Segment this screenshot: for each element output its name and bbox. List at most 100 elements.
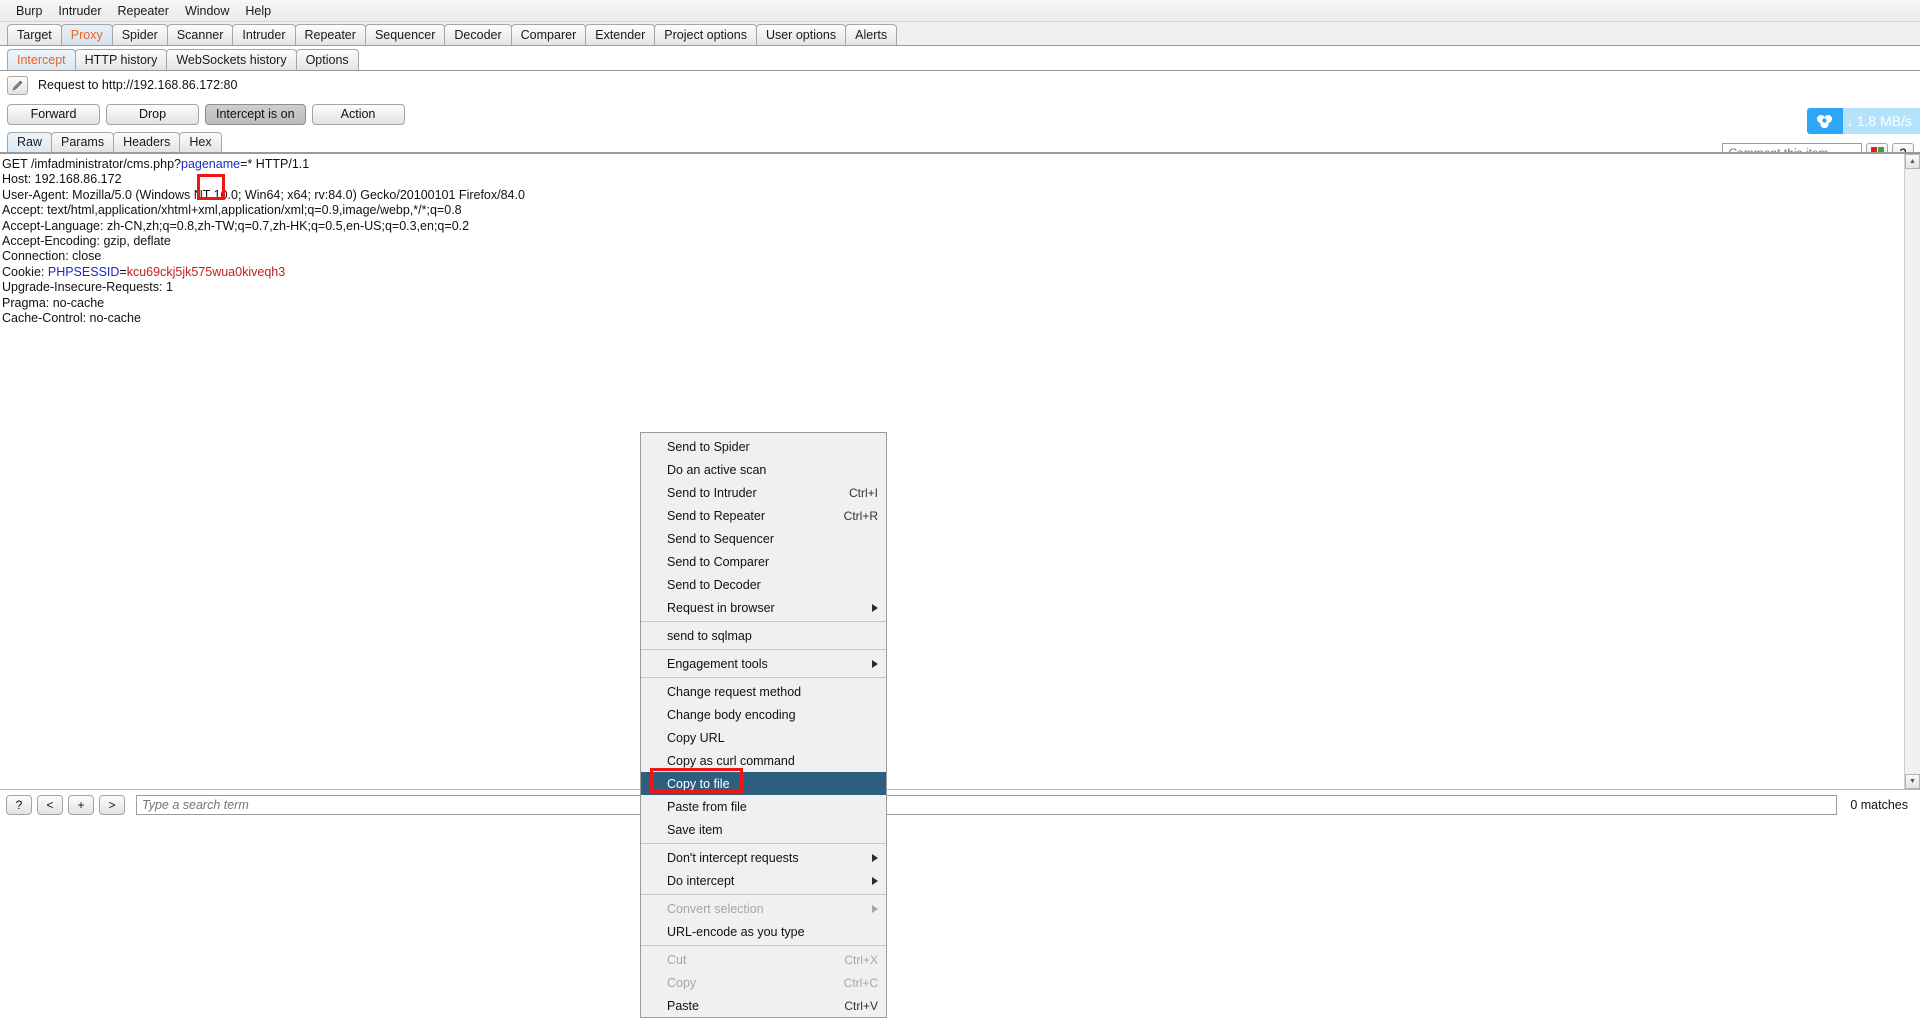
search-input[interactable] — [136, 795, 1838, 815]
menu-item-cut: Cut Ctrl+X — [641, 948, 886, 971]
tab-extender[interactable]: Extender — [585, 24, 656, 45]
intercept-button-row: Forward Drop Intercept is on Action — [0, 99, 1920, 129]
menu-item-label: send to sqlmap — [667, 628, 752, 643]
submenu-arrow-icon — [872, 876, 878, 885]
menu-item-shortcut: Ctrl+R — [843, 508, 878, 523]
tab-http-history[interactable]: HTTP history — [74, 49, 168, 70]
download-arrow-icon: ↓ — [1846, 113, 1854, 129]
header-upgrade-insecure-requests: Upgrade-Insecure-Requests: 1 — [2, 280, 173, 295]
menu-item-send-to-repeater[interactable]: Send to Repeater Ctrl+R — [641, 504, 886, 527]
submenu-arrow-icon — [872, 853, 878, 862]
menu-item-shortcut: Ctrl+X — [844, 952, 878, 967]
menu-item-send-to-sqlmap[interactable]: send to sqlmap — [641, 624, 886, 647]
tab-options[interactable]: Options — [295, 49, 359, 70]
tab-project-options[interactable]: Project options — [654, 24, 757, 45]
tab-intruder[interactable]: Intruder — [232, 24, 296, 45]
menu-item-label: Send to Comparer — [667, 554, 770, 569]
menu-item-do-intercept[interactable]: Do intercept — [641, 869, 886, 892]
drop-button[interactable]: Drop — [106, 103, 199, 125]
menu-window[interactable]: Window — [177, 2, 237, 20]
menu-item-label: Send to Decoder — [667, 577, 761, 592]
menu-item-send-to-decoder[interactable]: Send to Decoder — [641, 573, 886, 596]
request-header-row: Request to http://192.168.86.172:80 — [0, 71, 1920, 99]
cookie-equals: = — [119, 264, 127, 279]
menu-item-copy-to-file[interactable]: Copy to file — [641, 772, 886, 795]
tab-proxy[interactable]: Proxy — [60, 24, 113, 45]
tab-raw[interactable]: Raw — [7, 132, 53, 152]
forward-button[interactable]: Forward — [7, 103, 100, 125]
menu-item-copy: Copy Ctrl+C — [641, 971, 886, 994]
menu-item-change-request-method[interactable]: Change request method — [641, 680, 886, 703]
tab-spider[interactable]: Spider — [111, 24, 168, 45]
menu-item-label: Don't intercept requests — [667, 850, 799, 865]
request-editor[interactable]: GET /imfadministrator/cms.php?pagename=*… — [0, 152, 1920, 790]
menu-item-engagement-tools[interactable]: Engagement tools — [641, 652, 886, 675]
tab-headers[interactable]: Headers — [113, 132, 181, 152]
header-accept-language: Accept-Language: zh-CN,zh;q=0.8,zh-TW;q=… — [2, 218, 470, 233]
tab-comparer[interactable]: Comparer — [510, 24, 587, 45]
menu-item-do-an-active-scan[interactable]: Do an active scan — [641, 458, 886, 481]
action-button[interactable]: Action — [311, 103, 405, 125]
search-add-button[interactable]: + — [68, 795, 94, 815]
menu-repeater[interactable]: Repeater — [110, 2, 177, 20]
menu-item-label: Request in browser — [667, 600, 775, 615]
menu-item-label: Change request method — [667, 684, 802, 699]
menu-item-label: Change body encoding — [667, 707, 796, 722]
pencil-icon[interactable] — [7, 75, 28, 95]
menu-separator — [641, 843, 886, 844]
menu-item-copy-url[interactable]: Copy URL — [641, 726, 886, 749]
request-raw-text[interactable]: GET /imfadministrator/cms.php?pagename=*… — [0, 154, 1904, 789]
menu-separator — [641, 945, 886, 946]
header-cookie: Cookie: PHPSESSID=kcu69ckj5jk575wua0kive… — [2, 265, 285, 279]
request-line: GET /imfadministrator/cms.php?pagename=*… — [2, 157, 309, 171]
tab-alerts[interactable]: Alerts — [845, 24, 898, 45]
search-prev-button[interactable]: < — [37, 795, 63, 815]
tab-scanner[interactable]: Scanner — [166, 24, 234, 45]
search-next-button[interactable]: > — [99, 795, 125, 815]
tab-target[interactable]: Target — [7, 24, 62, 45]
menu-separator — [641, 621, 886, 622]
editor-scrollbar[interactable]: ▲ ▼ — [1904, 154, 1920, 789]
tab-params[interactable]: Params — [51, 132, 115, 152]
context-menu[interactable]: Send to Spider Do an active scan Send to I… — [640, 432, 887, 1018]
menu-item-send-to-comparer[interactable]: Send to Comparer — [641, 550, 886, 573]
message-editor-tab-bar: Raw Params Headers Hex — [0, 129, 1920, 152]
tab-repeater[interactable]: Repeater — [294, 24, 366, 45]
menu-item-label: URL-encode as you type — [667, 924, 805, 939]
menu-item-copy-as-curl-command[interactable]: Copy as curl command — [641, 749, 886, 772]
search-matches-count: 0 matches — [1850, 798, 1908, 812]
menu-item-paste-from-file[interactable]: Paste from file — [641, 795, 886, 818]
menu-item-send-to-intruder[interactable]: Send to Intruder Ctrl+I — [641, 481, 886, 504]
menu-item-label: Send to Repeater — [667, 508, 765, 523]
menu-burp[interactable]: Burp — [8, 2, 50, 20]
netdisk-speed-widget[interactable]: ↓ 1.8 MB/s — [1806, 108, 1920, 134]
menu-item-url-encode-as-you-type[interactable]: URL-encode as you type — [641, 920, 886, 943]
menu-item-request-in-browser[interactable]: Request in browser — [641, 596, 886, 619]
search-help-button[interactable]: ? — [6, 795, 32, 815]
menu-item-save-item[interactable]: Save item — [641, 818, 886, 841]
menu-item-label: Copy as curl command — [667, 753, 795, 768]
request-param-name: pagename — [181, 157, 241, 171]
menu-item-label: Copy to file — [667, 776, 730, 791]
intercept-toggle-button[interactable]: Intercept is on — [205, 103, 306, 125]
tab-intercept[interactable]: Intercept — [7, 49, 76, 70]
menu-item-change-body-encoding[interactable]: Change body encoding — [641, 703, 886, 726]
menu-item-label: Copy URL — [667, 730, 725, 745]
menu-intruder[interactable]: Intruder — [50, 2, 109, 20]
scroll-down-icon[interactable]: ▼ — [1905, 774, 1920, 789]
menu-bar: Burp Intruder Repeater Window Help — [0, 0, 1920, 22]
tab-user-options[interactable]: User options — [755, 24, 847, 45]
sub-tab-bar: Intercept HTTP history WebSockets histor… — [0, 46, 1920, 71]
menu-item-don-t-intercept-requests[interactable]: Don't intercept requests — [641, 846, 886, 869]
menu-help[interactable]: Help — [237, 2, 279, 20]
header-connection: Connection: close — [2, 249, 102, 264]
menu-item-send-to-spider[interactable]: Send to Spider — [641, 435, 886, 458]
header-host: Host: 192.168.86.172 — [2, 172, 122, 187]
menu-item-label: Paste from file — [667, 799, 747, 814]
menu-item-send-to-sequencer[interactable]: Send to Sequencer — [641, 527, 886, 550]
scroll-up-icon[interactable]: ▲ — [1905, 154, 1920, 169]
tab-websockets-history[interactable]: WebSockets history — [166, 49, 297, 70]
tab-sequencer[interactable]: Sequencer — [364, 24, 446, 45]
tab-decoder[interactable]: Decoder — [444, 24, 512, 45]
tab-hex[interactable]: Hex — [179, 132, 222, 152]
